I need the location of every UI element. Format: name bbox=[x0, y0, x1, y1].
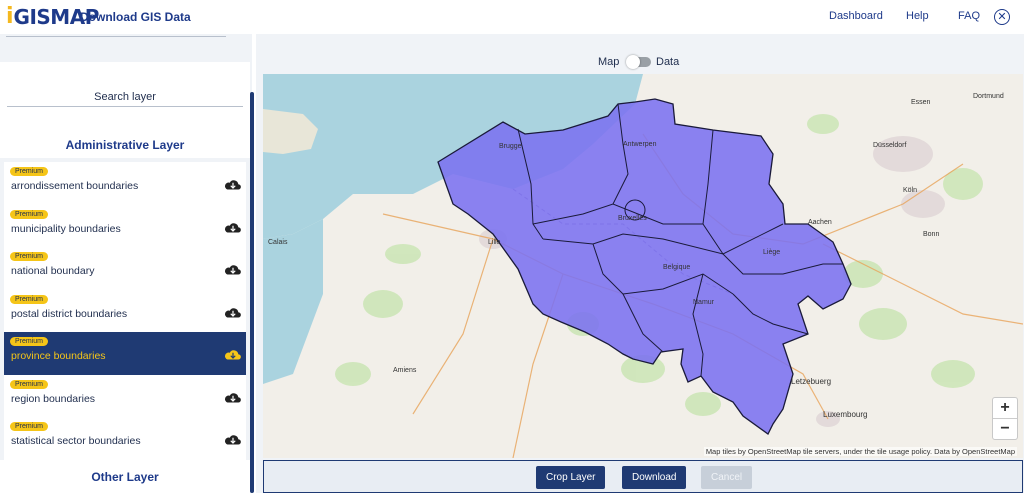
download-button[interactable]: Download bbox=[622, 466, 687, 489]
zoom-control: + − bbox=[992, 397, 1018, 440]
map-canvas: Brugge Antwerpen Bruxelles Belgique Lièg… bbox=[263, 74, 1023, 458]
premium-badge: Premium bbox=[10, 294, 49, 304]
toggle-map-label[interactable]: Map bbox=[598, 56, 619, 68]
map-label: Bruxelles bbox=[618, 215, 647, 222]
zoom-in-button[interactable]: + bbox=[993, 398, 1017, 419]
sidebar: Administrative Layer Premium arrondissem… bbox=[0, 34, 252, 493]
cloud-download-icon[interactable] bbox=[224, 391, 242, 405]
premium-badge: Premium bbox=[10, 422, 49, 431]
zoom-out-button[interactable]: − bbox=[993, 419, 1017, 439]
map-label: Lille bbox=[488, 239, 501, 246]
other-layer-title: Other Layer bbox=[91, 470, 159, 484]
other-layer-section[interactable]: Other Layer bbox=[0, 460, 250, 493]
layer-list: Premium arrondissement boundaries Premiu… bbox=[4, 162, 246, 460]
action-bar: Crop Layer Download Cancel bbox=[263, 460, 1023, 493]
layer-item-national[interactable]: Premium national boundary bbox=[4, 247, 246, 290]
layer-item-statistical-sector[interactable]: Premium statistical sector boundaries bbox=[4, 417, 246, 460]
map-label: Bonn bbox=[923, 231, 939, 238]
map-attribution: Map tiles by OpenStreetMap tile servers,… bbox=[703, 447, 1017, 456]
crop-layer-button[interactable]: Crop Layer bbox=[536, 466, 606, 489]
cloud-download-icon[interactable] bbox=[224, 306, 242, 320]
sidebar-scrollbar[interactable] bbox=[250, 92, 254, 493]
top-bar: i GISMAP Download GIS Data Dashboard Hel… bbox=[0, 0, 1024, 34]
map-label: Amiens bbox=[393, 367, 417, 374]
nav-faq[interactable]: FAQ bbox=[958, 10, 980, 22]
cloud-download-icon[interactable] bbox=[224, 178, 242, 192]
map-label: Liège bbox=[763, 249, 780, 256]
cloud-download-icon[interactable] bbox=[224, 263, 242, 277]
layer-item-region[interactable]: Premium region boundaries bbox=[4, 374, 246, 417]
layer-label: arrondissement boundaries bbox=[11, 180, 139, 192]
layer-label: national boundary bbox=[11, 265, 95, 277]
map-label: Essen bbox=[911, 99, 931, 106]
nav-help[interactable]: Help bbox=[906, 10, 929, 22]
map-label: Dortmund bbox=[973, 93, 1004, 100]
layer-item-postal-district[interactable]: Premium postal district boundaries bbox=[4, 289, 246, 332]
layer-item-arrondissement[interactable]: Premium arrondissement boundaries bbox=[4, 162, 246, 205]
sidebar-divider bbox=[6, 35, 226, 37]
nav-dashboard[interactable]: Dashboard bbox=[829, 10, 883, 22]
map-data-toggle[interactable] bbox=[626, 55, 651, 69]
page-title: Download GIS Data bbox=[80, 10, 191, 24]
premium-badge: Premium bbox=[10, 209, 49, 219]
map-view[interactable]: Brugge Antwerpen Bruxelles Belgique Lièg… bbox=[263, 74, 1023, 458]
premium-badge: Premium bbox=[10, 252, 49, 261]
map-label: Luxembourg bbox=[823, 410, 867, 419]
map-label: Calais bbox=[268, 239, 288, 246]
map-label: Düsseldorf bbox=[873, 142, 907, 149]
layer-label: municipality boundaries bbox=[11, 222, 121, 235]
cancel-button[interactable]: Cancel bbox=[701, 466, 753, 489]
cloud-download-icon[interactable] bbox=[224, 433, 242, 447]
layer-item-municipality[interactable]: Premium municipality boundaries bbox=[4, 204, 246, 247]
view-toggle-row: Map Data bbox=[256, 54, 1024, 70]
map-label: Antwerpen bbox=[623, 141, 657, 148]
map-label: Aachen bbox=[808, 219, 832, 226]
premium-badge: Premium bbox=[10, 167, 49, 176]
premium-badge: Premium bbox=[10, 379, 49, 389]
map-label: Köln bbox=[903, 187, 917, 194]
close-icon[interactable]: ✕ bbox=[994, 9, 1010, 25]
main-panel: Map Data Brugge Antwerpen Bruxelles Belg… bbox=[256, 34, 1024, 493]
layer-label: province boundaries bbox=[11, 350, 106, 362]
logo-i: i bbox=[6, 4, 14, 29]
map-label: Brugge bbox=[499, 143, 522, 150]
toggle-knob bbox=[626, 55, 640, 69]
layer-label: statistical sector boundaries bbox=[11, 435, 141, 447]
cloud-download-icon[interactable] bbox=[224, 348, 242, 362]
toggle-data-label[interactable]: Data bbox=[656, 56, 679, 68]
map-label: Namur bbox=[693, 299, 715, 306]
map-label: Letzebuerg bbox=[791, 377, 831, 386]
map-label: Belgique bbox=[663, 264, 690, 271]
search-input[interactable] bbox=[7, 88, 243, 107]
layer-label: postal district boundaries bbox=[11, 307, 128, 320]
premium-badge: Premium bbox=[10, 337, 49, 346]
layer-label: region boundaries bbox=[11, 392, 96, 405]
administrative-layer-title: Administrative Layer bbox=[65, 138, 185, 152]
cloud-download-icon[interactable] bbox=[224, 221, 242, 235]
layer-item-province[interactable]: Premium province boundaries bbox=[4, 332, 246, 375]
